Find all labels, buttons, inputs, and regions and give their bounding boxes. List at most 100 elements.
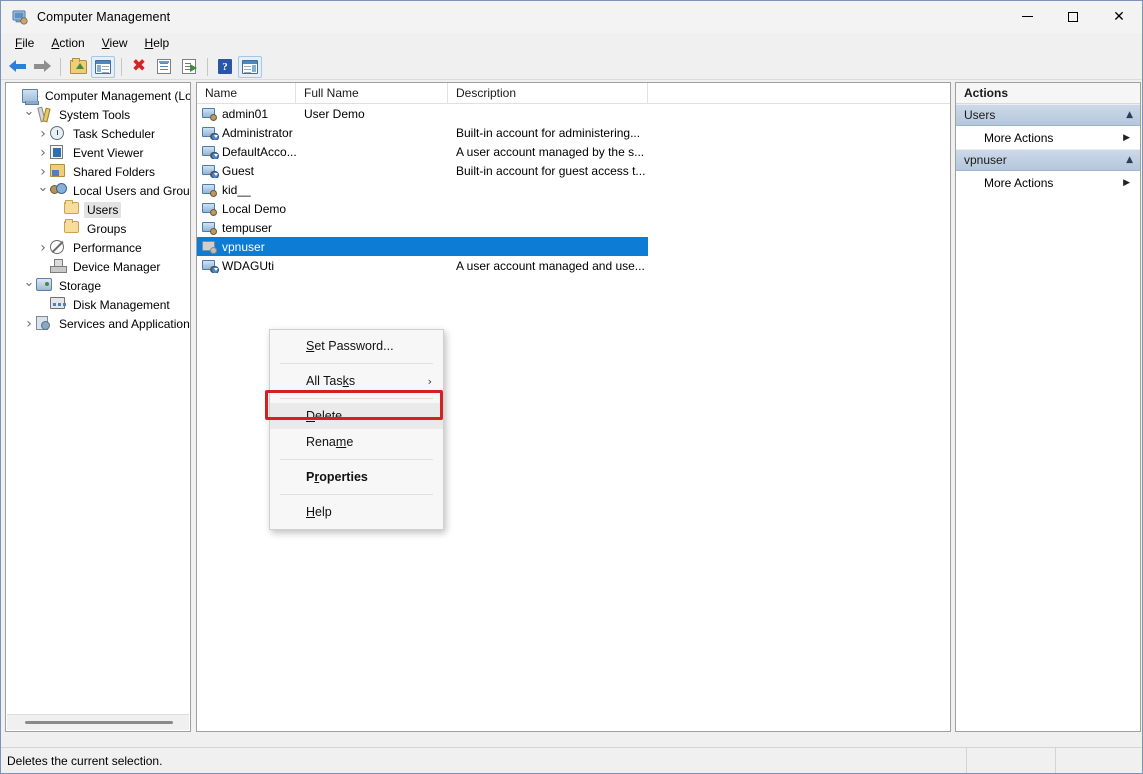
minimize-button[interactable]: [1004, 1, 1050, 33]
tree-item-task-scheduler[interactable]: ›Task Scheduler: [6, 124, 190, 143]
delete-button[interactable]: ✖: [127, 56, 151, 78]
table-row[interactable]: AdministratorBuilt-in account for admini…: [197, 123, 950, 142]
chevron-down-icon[interactable]: ⌄: [22, 103, 36, 122]
actions-groups: Users▲ More Actions ▶ vpnuser▲ More Actions ▶: [956, 104, 1140, 194]
submenu-chevron-icon: ›: [428, 375, 432, 388]
cell-name: Guest: [197, 164, 296, 178]
tree-item-disk-management[interactable]: Disk Management: [6, 295, 190, 314]
chevron-down-icon[interactable]: ⌄: [36, 179, 50, 198]
action-more-actions[interactable]: More Actions ▶: [956, 171, 1140, 194]
collapse-caret-icon[interactable]: ▲: [1126, 155, 1133, 165]
chevron-right-icon[interactable]: ›: [22, 314, 36, 333]
tree-item-services-and-applications[interactable]: ›Services and Applications: [6, 314, 190, 333]
tree-spacer: [50, 219, 64, 238]
chevron-right-icon[interactable]: ›: [36, 143, 50, 162]
context-menu-item-set-password[interactable]: Set Password...: [270, 333, 443, 359]
tree-item-label: Storage: [56, 278, 104, 294]
window-title: Computer Management: [37, 10, 170, 24]
tree-horizontal-scrollbar[interactable]: [7, 714, 189, 730]
context-menu-item-help[interactable]: Help: [270, 499, 443, 525]
work-area: Computer Management (Local⌄System Tools›…: [1, 80, 1142, 747]
context-menu-item-delete[interactable]: Delete: [270, 403, 443, 429]
menu-view[interactable]: View: [94, 34, 137, 53]
back-button[interactable]: [5, 56, 29, 78]
export-list-button[interactable]: [177, 56, 201, 78]
table-row[interactable]: kid__: [197, 180, 950, 199]
tree-item-event-viewer[interactable]: ›Event Viewer: [6, 143, 190, 162]
tree-item-system-tools[interactable]: ⌄System Tools: [6, 105, 190, 124]
tree-item-storage[interactable]: ⌄ Storage: [6, 276, 190, 295]
table-row[interactable]: vpnuser: [197, 237, 648, 256]
table-row[interactable]: WDAGUtiA user account managed and use...: [197, 256, 950, 275]
actions-group-header-vpnuser[interactable]: vpnuser▲: [956, 149, 1140, 171]
properties-button[interactable]: [152, 56, 176, 78]
context-menu-item-all-tasks[interactable]: All Tasks›: [270, 368, 443, 394]
tree-item-shared-folders[interactable]: ›Shared Folders: [6, 162, 190, 181]
user-icon: [202, 107, 218, 121]
action-pane-icon: [242, 60, 258, 74]
user-name: vpnuser: [222, 240, 265, 254]
tree-item-performance[interactable]: ›Performance: [6, 238, 190, 257]
menu-action[interactable]: Action: [43, 34, 93, 53]
tree-item-label: Groups: [84, 221, 129, 237]
menu-help[interactable]: Help: [137, 34, 179, 53]
context-menu-item-label: Help: [306, 505, 332, 519]
close-button[interactable]: ✕: [1096, 1, 1142, 33]
table-row[interactable]: GuestBuilt-in account for guest access t…: [197, 161, 950, 180]
cell-full-name: User Demo: [296, 107, 448, 121]
tree-item-computer-management-local[interactable]: Computer Management (Local: [6, 86, 190, 105]
context-menu-item-label: Delete: [306, 409, 342, 423]
menu-separator: [280, 363, 433, 364]
context-menu-item-rename[interactable]: Rename: [270, 429, 443, 455]
computer-management-icon: [12, 9, 28, 25]
column-header-description[interactable]: Description: [448, 83, 648, 104]
scrollbar-thumb[interactable]: [25, 721, 173, 724]
chevron-right-icon[interactable]: ›: [36, 124, 50, 143]
show-hide-tree-button[interactable]: [91, 56, 115, 78]
cell-name: vpnuser: [197, 240, 296, 254]
column-header-name[interactable]: Name: [197, 83, 296, 104]
table-row[interactable]: tempuser: [197, 218, 950, 237]
user-icon: [202, 202, 218, 216]
forward-button[interactable]: [30, 56, 54, 78]
actions-group-header-users[interactable]: Users▲: [956, 104, 1140, 126]
maximize-button[interactable]: [1050, 1, 1096, 33]
menu-file[interactable]: File: [7, 34, 43, 53]
tree-item-label: Computer Management (Local: [42, 88, 191, 104]
action-item-label: More Actions: [984, 176, 1053, 190]
show-hide-action-pane-button[interactable]: [238, 56, 262, 78]
tree-item-groups[interactable]: Groups: [6, 219, 190, 238]
table-row[interactable]: admin01User Demo: [197, 104, 950, 123]
collapse-caret-icon[interactable]: ▲: [1126, 110, 1133, 120]
tree-item-label: Shared Folders: [70, 164, 158, 180]
builtin-user-icon: [202, 164, 218, 178]
table-row[interactable]: DefaultAcco...A user account managed by …: [197, 142, 950, 161]
cell-name: Local Demo: [197, 202, 296, 216]
local-users-icon: [50, 183, 66, 199]
user-icon: [202, 183, 218, 197]
tree-item-local-users-and-groups[interactable]: ⌄Local Users and Groups: [6, 181, 190, 200]
menu-bar: FileActionViewHelp: [1, 33, 1142, 54]
tree-item-users[interactable]: Users: [6, 200, 190, 219]
chevron-right-icon: ▶: [1123, 178, 1130, 188]
tree-spacer: [36, 295, 50, 314]
table-row[interactable]: Local Demo: [197, 199, 950, 218]
action-more-actions[interactable]: More Actions ▶: [956, 126, 1140, 149]
up-one-level-button[interactable]: [66, 56, 90, 78]
cell-name: kid__: [197, 183, 296, 197]
user-name: Local Demo: [222, 202, 286, 216]
system-tools-icon: [36, 107, 52, 123]
chevron-right-icon: ▶: [1123, 133, 1130, 143]
user-icon: [202, 240, 218, 254]
help-button[interactable]: ?: [213, 56, 237, 78]
status-cell-1: [967, 748, 1055, 774]
user-icon: [202, 221, 218, 235]
tree-item-label: Disk Management: [70, 297, 173, 313]
cell-description: A user account managed and use...: [448, 259, 645, 273]
builtin-user-icon: [202, 145, 218, 159]
context-menu-item-properties[interactable]: Properties: [270, 464, 443, 490]
chevron-right-icon[interactable]: ›: [36, 238, 50, 257]
column-header-full-name[interactable]: Full Name: [296, 83, 448, 104]
action-item-label: More Actions: [984, 131, 1053, 145]
chevron-down-icon[interactable]: ⌄: [22, 274, 36, 293]
